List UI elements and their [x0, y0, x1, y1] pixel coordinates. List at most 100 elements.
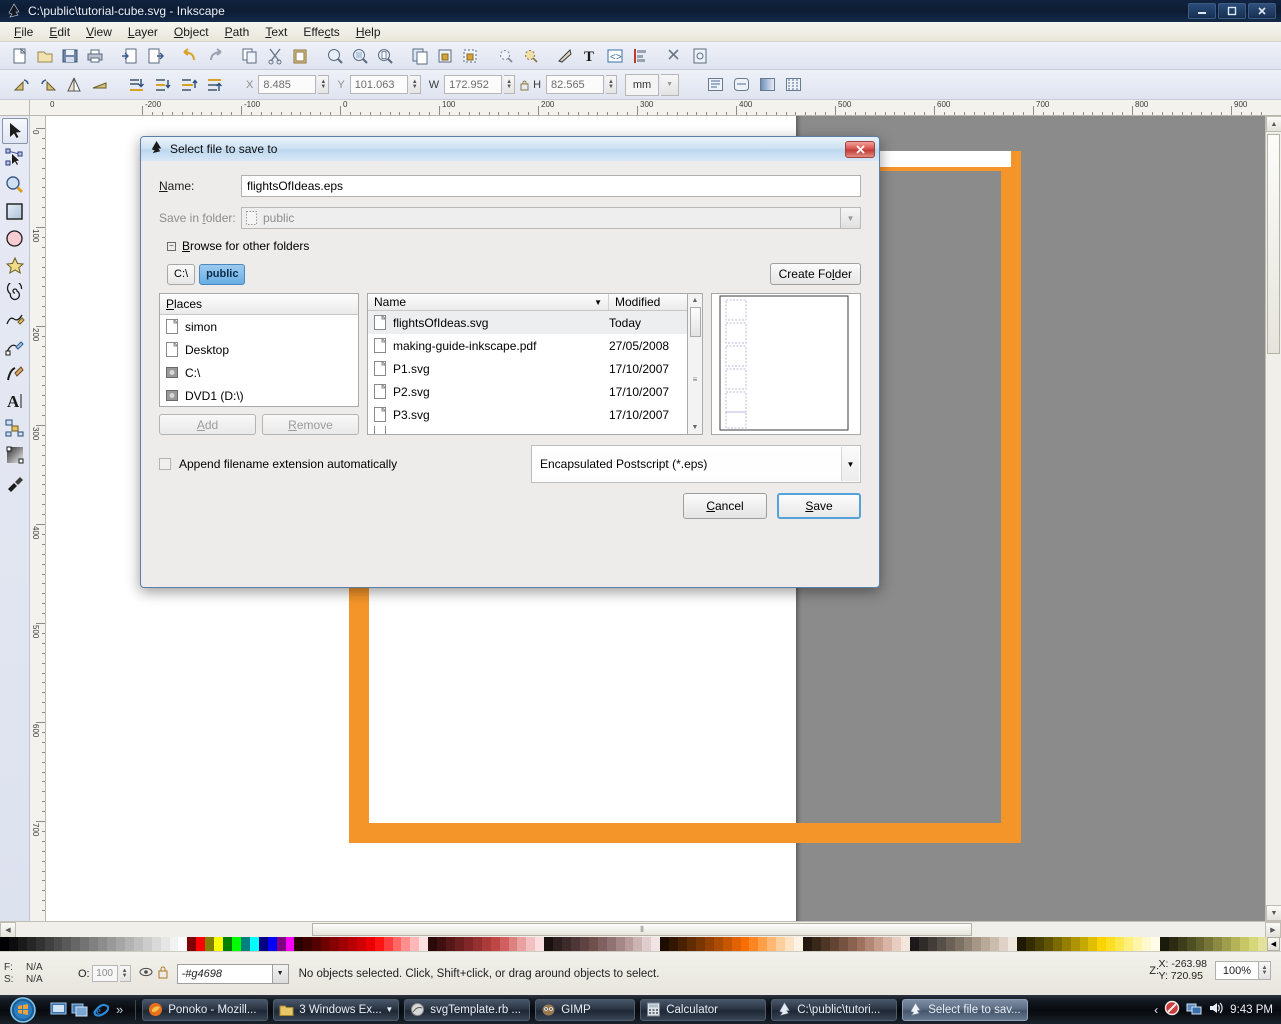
palette-swatch[interactable] [990, 937, 1000, 951]
palette-swatch[interactable] [1257, 937, 1267, 951]
palette-swatch[interactable] [927, 937, 937, 951]
task-ponoko-firefox[interactable]: Ponoko - Mozill... [142, 998, 269, 1021]
document-properties-icon[interactable] [688, 44, 712, 68]
palette-swatch[interactable] [294, 937, 304, 951]
palette-swatch[interactable] [865, 937, 875, 951]
palette-swatch[interactable] [669, 937, 679, 951]
palette-swatch[interactable] [517, 937, 527, 951]
menu-text[interactable]: Text [257, 23, 295, 41]
ungroup-icon[interactable] [458, 44, 482, 68]
align-objects-icon[interactable] [518, 44, 542, 68]
h-spinner[interactable]: ▲ ▼ [606, 75, 618, 94]
palette-swatch[interactable] [838, 937, 848, 951]
palette-swatch[interactable] [490, 937, 500, 951]
vertical-scrollbar[interactable]: ▲ ▼ [1265, 116, 1281, 921]
windows-start-orb[interactable] [2, 996, 44, 1023]
palette-swatch[interactable] [722, 937, 732, 951]
palette-swatch[interactable] [142, 937, 152, 951]
palette-swatch[interactable] [588, 937, 598, 951]
palette-swatch[interactable] [71, 937, 81, 951]
palette-swatch[interactable] [1106, 937, 1116, 951]
palette-swatch[interactable] [508, 937, 518, 951]
bezier-pen-tool[interactable] [2, 334, 28, 360]
affect-patterns-icon[interactable] [781, 73, 805, 97]
scroll-up-button[interactable]: ▲ [689, 294, 702, 307]
palette-swatch[interactable] [1034, 937, 1044, 951]
scroll-down-button[interactable]: ▼ [689, 421, 702, 434]
palette-swatch[interactable] [1222, 937, 1232, 951]
rotate-90-cw-icon[interactable] [36, 73, 60, 97]
raise-icon[interactable] [177, 73, 201, 97]
fill-stroke-icon[interactable] [553, 44, 577, 68]
palette-swatch[interactable] [883, 937, 893, 951]
dropper-tool[interactable] [2, 469, 28, 495]
palette-swatch[interactable] [285, 937, 295, 951]
palette-swatch[interactable] [8, 937, 18, 951]
palette-swatch[interactable] [1142, 937, 1151, 951]
palette-swatch[interactable] [767, 937, 777, 951]
palette-swatch[interactable] [1008, 937, 1018, 951]
x-field[interactable]: 8.485 [258, 75, 317, 94]
palette-swatch[interactable] [258, 937, 268, 951]
palette-swatch[interactable] [972, 937, 982, 951]
file-list-scrollbar[interactable]: ▲ ≡ ▼ [688, 293, 703, 435]
opacity-spinner[interactable]: ▲ ▼ [119, 965, 131, 982]
column-header-name[interactable]: Name ▼ [368, 294, 609, 310]
list-item[interactable]: simon [160, 315, 358, 338]
vertical-ruler[interactable]: 0 100 200 300 400 500 600 700 [30, 116, 46, 921]
export-icon[interactable] [143, 44, 167, 68]
cut-icon[interactable] [263, 44, 287, 68]
lower-icon[interactable] [151, 73, 175, 97]
palette-swatch[interactable] [455, 937, 464, 951]
palette-swatch[interactable] [1204, 937, 1214, 951]
palette-swatch[interactable] [936, 937, 946, 951]
paste-icon[interactable] [288, 44, 312, 68]
file-list[interactable]: flightsOfIdeas.svg Today making-guide-in… [368, 311, 687, 434]
palette-swatch[interactable] [553, 937, 563, 951]
unit-chevron-down-icon[interactable]: ▼ [661, 73, 680, 96]
palette-swatch[interactable] [945, 937, 955, 951]
palette-swatch[interactable] [963, 937, 973, 951]
palette-swatch[interactable] [1186, 937, 1196, 951]
vertical-scroll-thumb[interactable] [1267, 134, 1280, 354]
calligraphy-tool[interactable] [2, 361, 28, 387]
palette-swatch[interactable] [312, 937, 322, 951]
rotate-90-ccw-icon[interactable] [10, 73, 34, 97]
palette-swatch[interactable] [1240, 937, 1250, 951]
preferences-icon[interactable] [663, 44, 687, 68]
task-svgtemplate[interactable]: svgTemplate.rb ... [404, 998, 531, 1021]
palette-swatch[interactable] [178, 937, 188, 951]
palette-swatch[interactable] [80, 937, 90, 951]
palette-swatch[interactable] [829, 937, 839, 951]
task-calculator[interactable]: Calculator [640, 998, 767, 1021]
palette-swatch[interactable] [205, 937, 215, 951]
unit-select[interactable]: mm [625, 73, 660, 96]
ellipse-tool[interactable] [2, 226, 28, 252]
table-row[interactable]: flightsOfIdeas.svg Today [368, 311, 687, 334]
palette-swatch[interactable] [249, 937, 259, 951]
palette-swatch[interactable] [901, 937, 911, 951]
internet-explorer-icon[interactable]: e [92, 1001, 110, 1018]
column-header-modified[interactable]: Modified [609, 294, 687, 310]
palette-swatch[interactable] [731, 937, 741, 951]
xml-tree-icon[interactable]: <> [603, 44, 627, 68]
list-item[interactable]: Desktop [160, 338, 358, 361]
palette-swatch[interactable] [98, 937, 108, 951]
minimize-button[interactable] [1188, 3, 1216, 19]
palette-swatch[interactable] [401, 937, 411, 951]
task-gimp[interactable]: GIMP [535, 998, 636, 1021]
append-extension-checkbox[interactable] [159, 458, 171, 470]
palette-swatch[interactable] [1213, 937, 1223, 951]
scroll-right-button[interactable]: ▶ [1265, 922, 1281, 938]
palette-swatch[interactable] [481, 937, 491, 951]
table-row[interactable]: P2.svg 17/10/2007 [368, 380, 687, 403]
text-tool[interactable]: A [2, 388, 28, 414]
y-field[interactable]: 101.063 [349, 75, 408, 94]
palette-swatch[interactable] [347, 937, 357, 951]
duplicate-icon[interactable] [408, 44, 432, 68]
folder-combo[interactable]: public [241, 207, 841, 229]
star-tool[interactable] [2, 253, 28, 279]
palette-swatch[interactable] [365, 937, 375, 951]
zoom-spinner[interactable]: ▲ ▼ [1259, 961, 1271, 980]
horizontal-scroll-thumb[interactable]: ⦀ [312, 923, 972, 936]
